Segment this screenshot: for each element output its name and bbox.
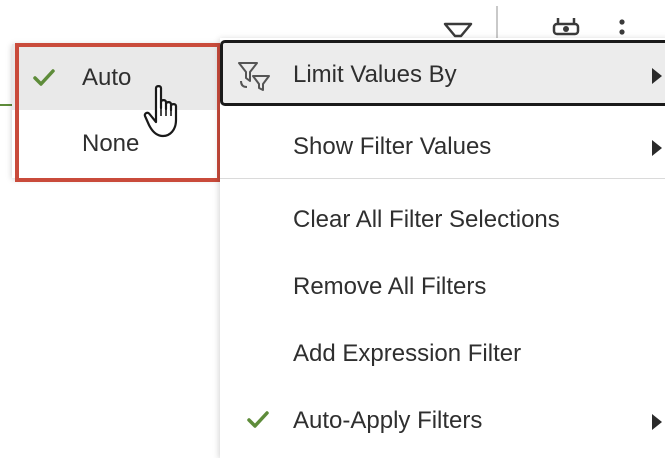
gear-icon[interactable] bbox=[549, 16, 583, 38]
limit-values-icon bbox=[235, 57, 271, 93]
background-divider bbox=[0, 104, 12, 106]
menu-item-label: Clear All Filter Selections bbox=[293, 206, 560, 233]
menu-item-label: Add Expression Filter bbox=[293, 340, 522, 367]
menu-item-remove-all-filters[interactable]: Remove All Filters bbox=[220, 252, 665, 318]
hand-pointer-cursor-icon bbox=[143, 84, 189, 140]
filter-context-menu: Limit Values By Show Filter Values Clear… bbox=[220, 38, 665, 458]
menu-item-show-filter-values[interactable]: Show Filter Values bbox=[220, 112, 665, 178]
menu-item-label: Show Filter Values bbox=[293, 133, 492, 160]
menu-item-add-expression-filter[interactable]: Add Expression Filter bbox=[220, 319, 665, 385]
menu-item-label: Remove All Filters bbox=[293, 273, 487, 300]
menu-divider bbox=[220, 178, 665, 179]
submenu-item-label: None bbox=[82, 130, 140, 157]
submenu-arrow-icon bbox=[651, 139, 663, 157]
menu-item-auto-apply-filters[interactable]: Auto-Apply Filters bbox=[220, 386, 665, 452]
toolbar-separator bbox=[496, 6, 498, 40]
checkmark-icon bbox=[32, 68, 56, 88]
menu-item-label: Limit Values By bbox=[293, 61, 457, 88]
filter-icon[interactable] bbox=[443, 14, 473, 38]
menu-item-label: Auto-Apply Filters bbox=[293, 407, 483, 434]
toolbar bbox=[0, 0, 665, 40]
menu-item-clear-all-filter-selections[interactable]: Clear All Filter Selections bbox=[220, 185, 665, 251]
submenu-arrow-icon bbox=[651, 413, 663, 431]
checkmark-icon bbox=[246, 410, 270, 430]
submenu-item-label: Auto bbox=[82, 64, 132, 91]
more-icon[interactable] bbox=[615, 16, 629, 40]
menu-item-limit-values-by[interactable]: Limit Values By bbox=[220, 40, 665, 106]
submenu-arrow-icon bbox=[651, 67, 663, 85]
